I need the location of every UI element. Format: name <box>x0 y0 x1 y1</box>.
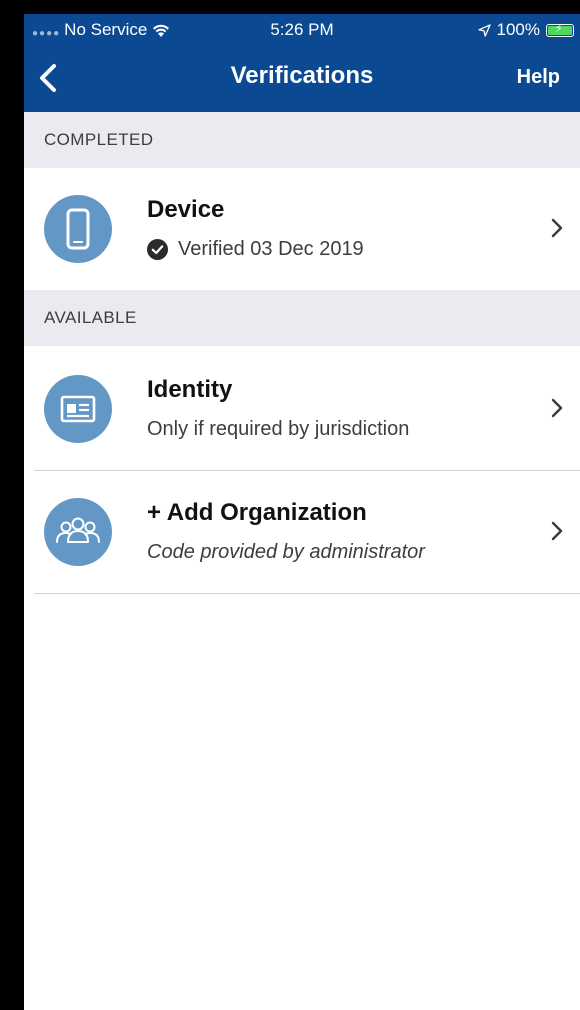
organization-icon-circle <box>44 498 112 566</box>
chevron-right-icon <box>551 521 563 541</box>
chevron-right-icon <box>551 398 563 418</box>
nav-bar: Verifications Help <box>24 48 580 112</box>
organization-subtitle: Code provided by administrator <box>147 541 425 563</box>
device-verified-text: Verified 03 Dec 2019 <box>178 238 364 260</box>
device-icon-circle <box>44 195 112 263</box>
location-arrow-icon <box>477 23 491 37</box>
help-button[interactable]: Help <box>517 66 560 89</box>
phone-icon <box>66 208 90 250</box>
device-subtitle: Verified 03 Dec 2019 <box>147 238 364 261</box>
identity-title: Identity <box>147 376 233 403</box>
id-card-icon <box>60 395 96 423</box>
status-right: 100% ⚡ <box>477 20 574 40</box>
screen: ●●●● No Service 5:26 PM 100% ⚡ Verificat… <box>24 14 580 1010</box>
back-button[interactable] <box>34 58 64 98</box>
identity-icon-circle <box>44 375 112 443</box>
chevron-left-icon <box>40 64 56 92</box>
page-title: Verifications <box>230 62 374 89</box>
device-title: Device <box>147 196 225 223</box>
status-bar: ●●●● No Service 5:26 PM 100% ⚡ <box>24 14 580 48</box>
check-circle-icon <box>147 239 168 260</box>
section-header-completed: COMPLETED <box>24 112 580 168</box>
chevron-right-icon <box>551 218 563 238</box>
organization-title: + Add Organization <box>147 499 367 526</box>
group-icon <box>56 517 100 543</box>
divider <box>34 593 580 594</box>
list-item-add-organization[interactable]: + Add Organization Code provided by admi… <box>24 471 580 593</box>
section-header-available: AVAILABLE <box>24 290 580 346</box>
app-header: ●●●● No Service 5:26 PM 100% ⚡ Verificat… <box>24 14 580 112</box>
identity-subtitle: Only if required by jurisdiction <box>147 418 410 440</box>
list-item-identity[interactable]: Identity Only if required by jurisdictio… <box>24 348 580 470</box>
list-item-device[interactable]: Device Verified 03 Dec 2019 <box>24 168 580 290</box>
battery-icon: ⚡ <box>546 23 574 37</box>
battery-percent: 100% <box>496 20 540 39</box>
